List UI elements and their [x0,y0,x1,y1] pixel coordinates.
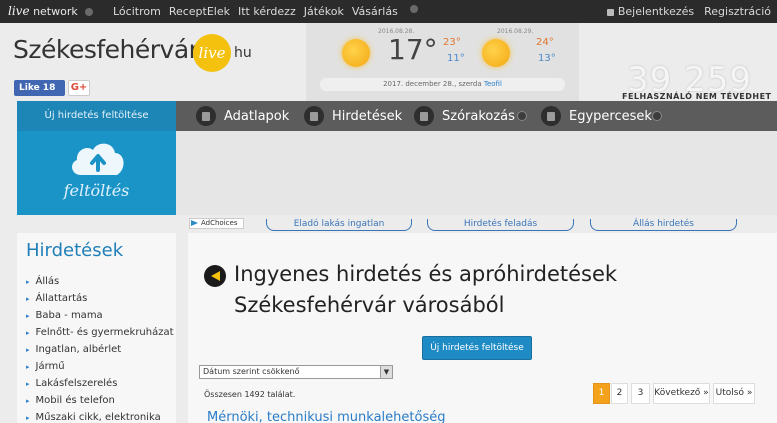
network-dot-icon[interactable] [85,8,94,16]
today-date: 2017. december 28., szerda [383,80,482,88]
weather-date-2: 2016.08.29. [497,28,534,35]
weather-high-2: 24° [536,37,554,48]
listing-title[interactable]: Mérnöki, technikusi munkalehetőség [207,410,445,423]
ad-banner-area [176,131,777,215]
category-sidebar: Hirdetések Állás Állattartás Baba - mama… [17,233,176,423]
category-item[interactable]: Állás [26,273,174,290]
menu-item-locitrom[interactable]: Lócitrom [113,5,161,18]
network-brand[interactable]: live network [8,4,94,18]
category-list: Állás Állattartás Baba - mama Felnőtt- é… [26,273,174,423]
category-item[interactable]: Ingatlan, albérlet [26,341,174,358]
profile-card-icon [196,106,216,126]
adchoices-icon [191,220,198,226]
sun-icon [482,39,510,67]
upload-header[interactable]: Új hirdetés feltöltése [17,101,176,131]
sublink-hirdetes-feladas[interactable]: Hirdetés feladás [427,219,574,231]
site-logo[interactable]: Székesfehérvár [13,35,199,64]
weather-low-2: 13° [538,53,556,64]
lock-icon [606,8,614,16]
top-bar: live network Lócitrom ReceptElek Itt kér… [0,0,777,23]
cloud-upload-icon [72,143,124,175]
logo-live-badge: live [193,34,231,72]
brand-network: network [33,5,78,18]
page-1[interactable]: 1 [593,383,610,404]
upload-label: feltöltés [63,181,130,200]
sort-select-value: Dátum szerint csökkenő [203,367,300,376]
nav-szorakozas[interactable]: Szórakozás [414,101,515,131]
menu-dot-icon[interactable] [409,5,418,13]
weather-current-temp: 17° [388,33,438,66]
next-page-button[interactable]: Következő » [653,383,710,404]
category-item[interactable]: Lakásfelszerelés [26,375,174,392]
adchoices-badge[interactable]: AdChoices [189,218,244,229]
weather-widget: 2016.08.28. 17° 23° 11° 2016.08.29. 24° … [306,23,579,101]
category-item[interactable]: Mobil és telefon [26,392,174,409]
top-menu: Lócitrom ReceptElek Itt kérdezz Játékok … [113,5,418,18]
nav-egypercesek[interactable]: Egypercesek [541,101,652,131]
nav-hirdetesek[interactable]: Hirdetések [304,101,402,131]
menu-item-jatekok[interactable]: Játékok [304,5,344,18]
sidebar-title: Hirdetések [26,240,124,261]
account-links: Bejelentkezés Regisztráció [606,5,771,18]
category-item[interactable]: Baba - mama [26,307,174,324]
menu-item-itt-kerdezz[interactable]: Itt kérdezz [238,5,296,18]
nav-label: Hirdetések [332,108,403,124]
nav-label: Adatlapok [224,108,290,124]
sort-select[interactable]: Dátum szerint csökkenő ▼ [199,365,393,379]
user-counter-label: FELHASZNÁLÓ NEM TÉVEDHET [622,92,772,101]
google-plus-button[interactable]: G+ [68,80,90,96]
adchoices-label: AdChoices [201,219,238,227]
last-page-button[interactable]: Utolsó » [713,383,755,404]
main-content: Ingyenes hirdetés és apróhirdetések Szék… [188,233,777,423]
category-item[interactable]: Állattartás [26,290,174,307]
page-title: Ingyenes hirdetés és apróhirdetések Szék… [234,262,618,317]
login-link[interactable]: Bejelentkezés [606,5,695,18]
sublink-elado-lakas[interactable]: Eladó lakás ingatlan [266,219,412,231]
megaphone-icon [304,106,324,126]
weather-high-1: 23° [443,37,461,48]
menu-item-receptelek[interactable]: ReceptElek [169,5,230,18]
category-item[interactable]: Felnőtt- és gyermekruházat [26,324,174,341]
register-link[interactable]: Regisztráció [704,5,771,18]
sublink-allas-hirdetes[interactable]: Állás hirdetés [590,219,737,231]
brand-live: live [8,4,30,18]
category-item[interactable]: Jármű [26,358,174,375]
nav-label: Szórakozás [442,108,515,124]
upload-button[interactable]: feltöltés [17,131,176,215]
page-2[interactable]: 2 [611,383,628,404]
menu-item-vasarlas[interactable]: Vásárlás [352,5,398,18]
page: live network Lócitrom ReceptElek Itt kér… [0,0,777,423]
nav-dropdown-icon[interactable] [517,111,527,121]
megaphone-icon [204,265,226,287]
clock-icon [541,106,561,126]
weather-low-1: 11° [447,53,465,64]
nav-dropdown-icon[interactable] [652,111,662,121]
login-label: Bejelentkezés [617,5,695,18]
entertainment-icon [414,106,434,126]
sun-icon [342,39,370,67]
name-day-link[interactable]: Teofil [484,80,502,88]
page-3[interactable]: 3 [631,383,650,404]
facebook-like-button[interactable]: Like 18 [14,80,65,96]
dropdown-arrow-icon: ▼ [380,366,392,378]
main-nav: Adatlapok Hirdetések Szórakozás Egyperce… [176,101,777,131]
category-item[interactable]: Műszaki cikk, elektronika [26,409,174,423]
result-count: Összesen 1492 találat. [204,390,296,399]
new-ad-button[interactable]: Új hirdetés feltöltése [422,336,532,360]
logo-tld: hu [234,45,252,61]
weather-date-bar: 2017. december 28., szerda Teofil [320,78,565,91]
nav-label: Egypercesek [569,108,652,124]
nav-adatlapok[interactable]: Adatlapok [196,101,289,131]
